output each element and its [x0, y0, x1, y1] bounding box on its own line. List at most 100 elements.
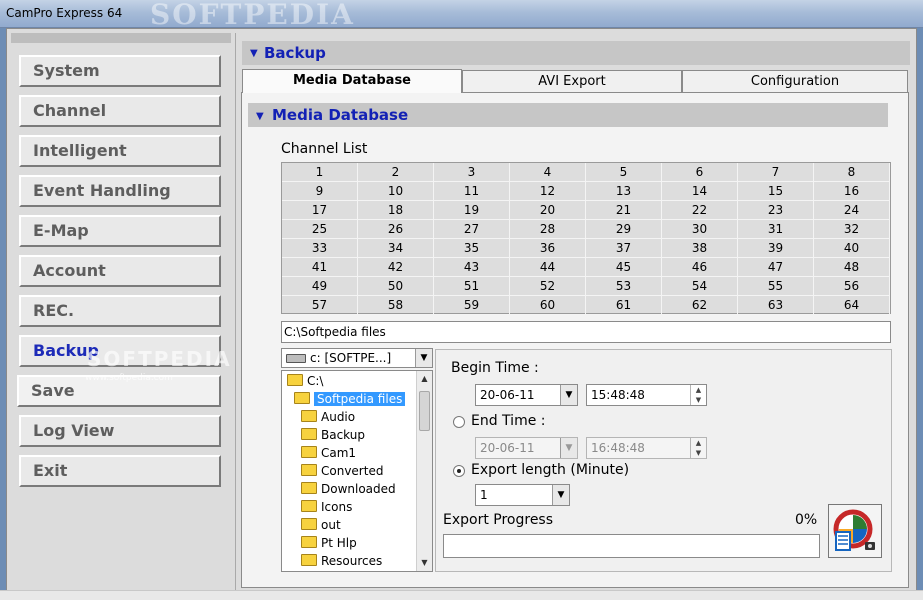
tree-item[interactable]: Icons: [301, 500, 352, 516]
channel-cell[interactable]: 16: [814, 182, 890, 201]
channel-cell[interactable]: 29: [586, 220, 662, 239]
channel-cell[interactable]: 24: [814, 201, 890, 220]
nav-system[interactable]: System: [19, 55, 221, 87]
export-length-select[interactable]: 1 ▼: [475, 484, 570, 506]
tree-item[interactable]: C:\: [287, 374, 323, 390]
channel-cell[interactable]: 19: [434, 201, 510, 220]
channel-cell[interactable]: 13: [586, 182, 662, 201]
channel-cell[interactable]: 9: [282, 182, 358, 201]
channel-cell[interactable]: 31: [738, 220, 814, 239]
channel-cell[interactable]: 6: [662, 163, 738, 182]
channel-cell[interactable]: 26: [358, 220, 434, 239]
tree-item[interactable]: Softpedia files: [294, 392, 406, 408]
scroll-up-arrow[interactable]: ▲: [417, 371, 432, 387]
channel-cell[interactable]: 10: [358, 182, 434, 201]
drive-dropdown-arrow[interactable]: ▼: [415, 349, 432, 367]
tree-item[interactable]: Converted: [301, 464, 383, 480]
channel-cell[interactable]: 49: [282, 277, 358, 296]
channel-cell[interactable]: 43: [434, 258, 510, 277]
nav-e-map[interactable]: E-Map: [19, 215, 221, 247]
channel-cell[interactable]: 25: [282, 220, 358, 239]
channel-cell[interactable]: 22: [662, 201, 738, 220]
channel-cell[interactable]: 8: [814, 163, 890, 182]
begin-date-picker[interactable]: 20-06-11 ▼: [475, 384, 578, 406]
nav-rec[interactable]: REC.: [19, 295, 221, 327]
channel-cell[interactable]: 5: [586, 163, 662, 182]
folder-tree[interactable]: ▲ ▼ C:\ Softpedia files Audio Backup Cam1 Con…: [281, 370, 433, 572]
channel-cell[interactable]: 38: [662, 239, 738, 258]
channel-cell[interactable]: 36: [510, 239, 586, 258]
channel-cell[interactable]: 62: [662, 296, 738, 315]
channel-cell[interactable]: 4: [510, 163, 586, 182]
tree-item[interactable]: out: [301, 518, 341, 534]
tab-configuration[interactable]: Configuration: [682, 70, 908, 92]
export-path-field[interactable]: C:\Softpedia files: [281, 321, 891, 343]
channel-cell[interactable]: 30: [662, 220, 738, 239]
channel-cell[interactable]: 20: [510, 201, 586, 220]
nav-exit[interactable]: Exit: [19, 455, 221, 487]
channel-cell[interactable]: 14: [662, 182, 738, 201]
channel-cell[interactable]: 53: [586, 277, 662, 296]
channel-cell[interactable]: 48: [814, 258, 890, 277]
end-date-picker[interactable]: 20-06-11 ▼: [475, 437, 578, 459]
tree-item[interactable]: Resources: [301, 554, 382, 570]
nav-account[interactable]: Account: [19, 255, 221, 287]
tree-item[interactable]: Audio: [301, 410, 355, 426]
channel-cell[interactable]: 40: [814, 239, 890, 258]
tree-item[interactable]: Backup: [301, 428, 365, 444]
drive-select[interactable]: c: [SOFTPE...] ▼: [281, 348, 433, 368]
channel-cell[interactable]: 17: [282, 201, 358, 220]
begin-time-spin-arrows[interactable]: ▲ ▼: [690, 385, 706, 405]
channel-cell[interactable]: 1: [282, 163, 358, 182]
channel-cell[interactable]: 45: [586, 258, 662, 277]
channel-cell[interactable]: 41: [282, 258, 358, 277]
channel-cell[interactable]: 51: [434, 277, 510, 296]
scroll-thumb[interactable]: [419, 391, 430, 431]
channel-cell[interactable]: 60: [510, 296, 586, 315]
channel-cell[interactable]: 55: [738, 277, 814, 296]
tab-avi-export[interactable]: AVI Export: [462, 70, 682, 92]
channel-cell[interactable]: 42: [358, 258, 434, 277]
channel-cell[interactable]: 15: [738, 182, 814, 201]
channel-cell[interactable]: 46: [662, 258, 738, 277]
channel-cell[interactable]: 52: [510, 277, 586, 296]
channel-cell[interactable]: 37: [586, 239, 662, 258]
tree-item[interactable]: Cam1: [301, 446, 356, 462]
channel-cell[interactable]: 61: [586, 296, 662, 315]
nav-event-handling[interactable]: Event Handling: [19, 175, 221, 207]
channel-cell[interactable]: 39: [738, 239, 814, 258]
start-export-button[interactable]: [828, 504, 882, 558]
channel-cell[interactable]: 11: [434, 182, 510, 201]
channel-cell[interactable]: 23: [738, 201, 814, 220]
nav-channel[interactable]: Channel: [19, 95, 221, 127]
folder-tree-scrollbar[interactable]: ▲ ▼: [416, 371, 432, 571]
channel-cell[interactable]: 28: [510, 220, 586, 239]
end-time-spin-arrows[interactable]: ▲ ▼: [690, 438, 706, 458]
channel-cell[interactable]: 56: [814, 277, 890, 296]
end-time-spinner[interactable]: 16:48:48 ▲ ▼: [586, 437, 707, 459]
nav-log-view[interactable]: Log View: [19, 415, 221, 447]
channel-cell[interactable]: 57: [282, 296, 358, 315]
export-length-radio[interactable]: [453, 465, 465, 477]
channel-cell[interactable]: 2: [358, 163, 434, 182]
channel-cell[interactable]: 18: [358, 201, 434, 220]
channel-cell[interactable]: 7: [738, 163, 814, 182]
channel-cell[interactable]: 35: [434, 239, 510, 258]
channel-cell[interactable]: 64: [814, 296, 890, 315]
nav-intelligent[interactable]: Intelligent: [19, 135, 221, 167]
channel-cell[interactable]: 58: [358, 296, 434, 315]
export-length-dropdown-arrow[interactable]: ▼: [552, 485, 569, 505]
channel-cell[interactable]: 21: [586, 201, 662, 220]
channel-cell[interactable]: 63: [738, 296, 814, 315]
tab-media-database[interactable]: Media Database: [242, 69, 462, 93]
tree-item[interactable]: Downloaded: [301, 482, 396, 498]
channel-cell[interactable]: 44: [510, 258, 586, 277]
channel-cell[interactable]: 54: [662, 277, 738, 296]
channel-cell[interactable]: 47: [738, 258, 814, 277]
end-date-dropdown-arrow[interactable]: ▼: [560, 438, 577, 458]
nav-backup[interactable]: Backup: [19, 335, 221, 367]
channel-cell[interactable]: 34: [358, 239, 434, 258]
channel-cell[interactable]: 50: [358, 277, 434, 296]
channel-cell[interactable]: 59: [434, 296, 510, 315]
begin-time-spinner[interactable]: 15:48:48 ▲ ▼: [586, 384, 707, 406]
